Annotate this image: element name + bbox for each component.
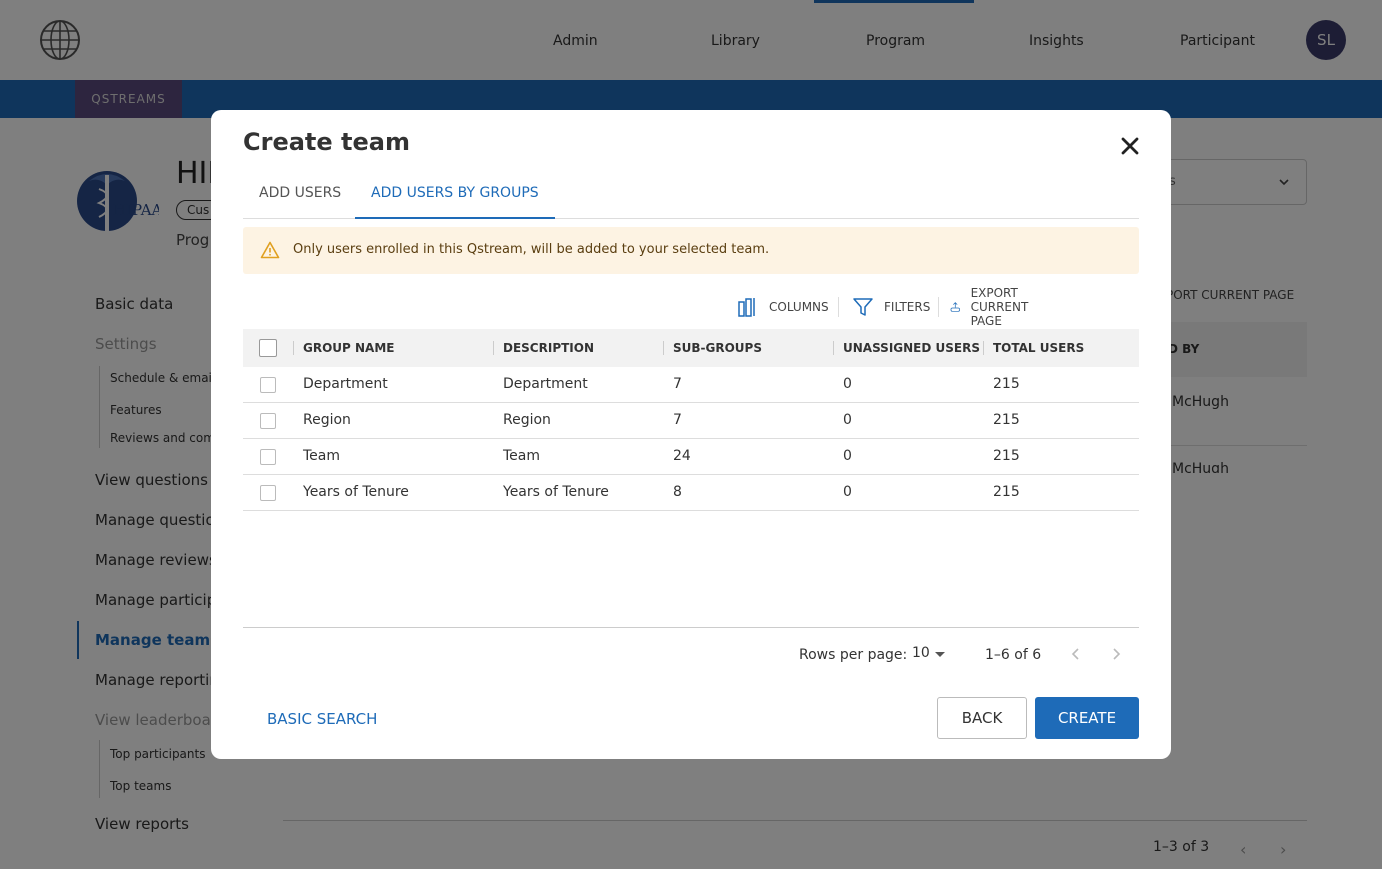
column-separator	[293, 341, 294, 355]
column-header-sub-groups[interactable]: SUB-GROUPS	[673, 341, 762, 355]
cell-sub-groups: 8	[673, 484, 682, 500]
column-separator	[833, 341, 834, 355]
columns-label: COLUMNS	[769, 300, 829, 314]
cell-unassigned-users: 0	[843, 412, 852, 428]
column-separator	[983, 341, 984, 355]
pagination-range: 1–6 of 6	[985, 647, 1042, 663]
cell-group-name: Department	[303, 376, 388, 392]
cell-sub-groups: 24	[673, 448, 691, 464]
caret-down-icon[interactable]	[935, 652, 945, 657]
rows-per-page-label: Rows per page:	[799, 647, 908, 663]
cell-description: Team	[503, 448, 541, 464]
cell-sub-groups: 7	[673, 412, 682, 428]
create-button[interactable]: CREATE	[1035, 697, 1139, 739]
filter-icon	[853, 298, 873, 316]
cell-total-users: 215	[993, 484, 1020, 500]
close-button[interactable]	[1117, 133, 1143, 159]
warning-text: Only users enrolled in this Qstream, wil…	[293, 242, 770, 257]
cell-unassigned-users: 0	[843, 484, 852, 500]
prev-page-button[interactable]	[1066, 644, 1086, 664]
table-row[interactable]: Region Region 7 0 215	[243, 403, 1139, 439]
dialog-title: Create team	[243, 128, 410, 156]
chevron-right-icon	[1113, 648, 1121, 660]
cell-unassigned-users: 0	[843, 448, 852, 464]
table-header: GROUP NAME DESCRIPTION SUB-GROUPS UNASSI…	[243, 329, 1139, 367]
cell-total-users: 215	[993, 448, 1020, 464]
column-separator	[493, 341, 494, 355]
back-button[interactable]: BACK	[937, 697, 1027, 739]
toolbar-divider	[838, 297, 839, 317]
filters-button[interactable]: FILTERS	[852, 292, 930, 322]
export-current-page-button[interactable]: EXPORT CURRENT PAGE	[950, 286, 1040, 328]
chevron-left-icon	[1071, 648, 1079, 660]
toolbar-divider	[938, 297, 939, 317]
cell-total-users: 215	[993, 412, 1020, 428]
warning-banner: Only users enrolled in this Qstream, wil…	[243, 227, 1139, 274]
tab-add-users[interactable]: ADD USERS	[243, 180, 357, 219]
next-page-button[interactable]	[1106, 644, 1126, 664]
select-all-checkbox[interactable]	[259, 339, 277, 357]
cell-total-users: 215	[993, 376, 1020, 392]
row-checkbox[interactable]	[260, 413, 276, 429]
column-header-unassigned-users[interactable]: UNASSIGNED USERS	[843, 341, 980, 355]
columns-button[interactable]: COLUMNS	[737, 292, 829, 322]
cell-sub-groups: 7	[673, 376, 682, 392]
export-icon	[950, 302, 960, 312]
cell-group-name: Years of Tenure	[303, 484, 409, 500]
row-checkbox[interactable]	[260, 485, 276, 501]
cell-description: Department	[503, 376, 588, 392]
table-row[interactable]: Years of Tenure Years of Tenure 8 0 215	[243, 475, 1139, 511]
rows-per-page-select[interactable]: 10	[912, 645, 930, 661]
column-header-group-name[interactable]: GROUP NAME	[303, 341, 394, 355]
column-header-description[interactable]: DESCRIPTION	[503, 341, 594, 355]
table-row[interactable]: Department Department 7 0 215	[243, 367, 1139, 403]
tab-add-users-by-groups[interactable]: ADD USERS BY GROUPS	[355, 180, 555, 219]
columns-icon	[738, 298, 755, 317]
basic-search-link[interactable]: BASIC SEARCH	[267, 710, 377, 728]
table-footer-divider	[243, 627, 1139, 628]
create-team-dialog: Create team ADD USERS ADD USERS BY GROUP…	[211, 110, 1171, 759]
warning-icon	[260, 241, 280, 259]
row-checkbox[interactable]	[260, 449, 276, 465]
dialog-tabs: ADD USERS ADD USERS BY GROUPS	[243, 180, 1139, 219]
cell-description: Region	[503, 412, 551, 428]
export-label: EXPORT CURRENT PAGE	[970, 286, 1029, 328]
table-row[interactable]: Team Team 24 0 215	[243, 439, 1139, 475]
filters-label: FILTERS	[884, 300, 931, 314]
cell-group-name: Team	[303, 448, 341, 464]
cell-description: Years of Tenure	[503, 484, 609, 500]
cell-unassigned-users: 0	[843, 376, 852, 392]
row-checkbox[interactable]	[260, 377, 276, 393]
column-header-total-users[interactable]: TOTAL USERS	[993, 341, 1084, 355]
cell-group-name: Region	[303, 412, 351, 428]
close-icon	[1121, 137, 1139, 155]
column-separator	[663, 341, 664, 355]
